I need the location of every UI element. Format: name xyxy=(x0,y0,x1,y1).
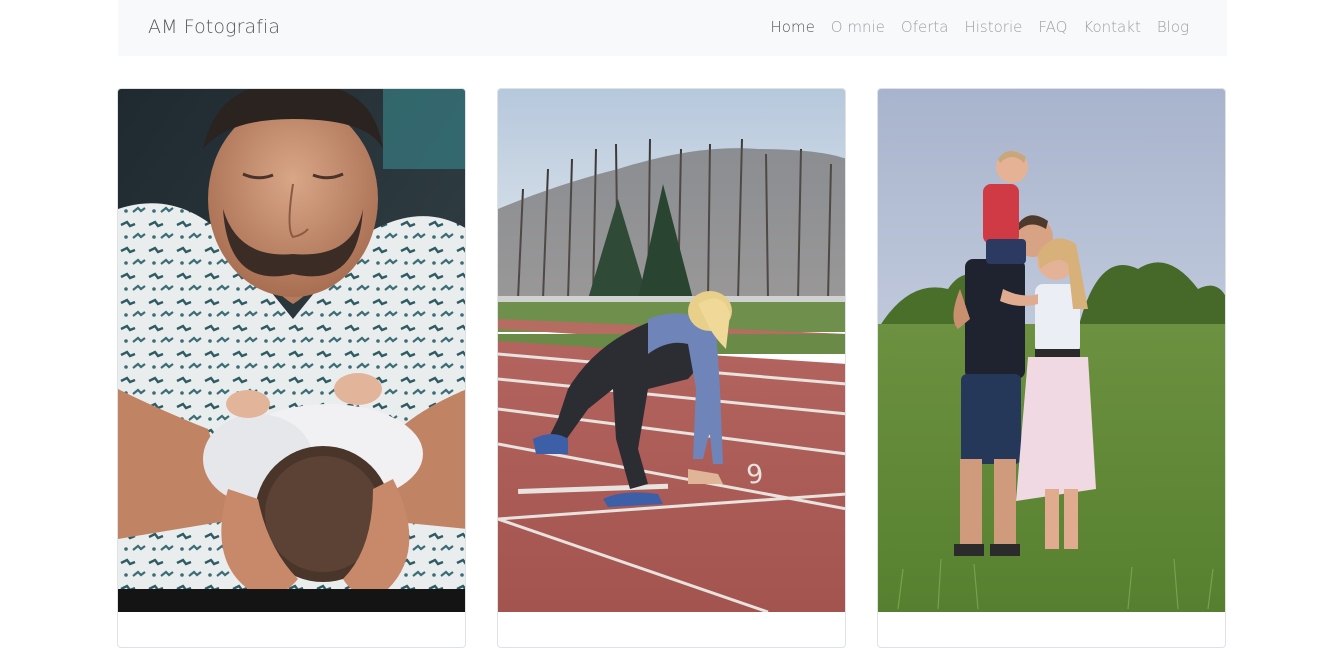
top-navbar: AM Fotografia Home O mnie Oferta Histori… xyxy=(118,0,1227,56)
gallery-card-3[interactable] xyxy=(877,88,1226,648)
family-in-meadow-photo[interactable] xyxy=(878,89,1226,612)
nav-link-faq[interactable]: FAQ xyxy=(1038,18,1067,36)
nav-link-kontakt[interactable]: Kontakt xyxy=(1083,18,1140,36)
nav-link-home[interactable]: Home xyxy=(771,18,815,36)
father-with-newborn-photo[interactable] xyxy=(118,89,466,612)
brand-logo-link[interactable]: AM Fotografia xyxy=(148,16,280,38)
sprinter-on-track-photo[interactable]: 9 xyxy=(498,89,846,612)
nav-link-blog[interactable]: Blog xyxy=(1157,18,1189,36)
nav-link-o-mnie[interactable]: O mnie xyxy=(831,18,885,36)
gallery-card-2[interactable]: 9 xyxy=(497,88,846,648)
nav-link-historie[interactable]: Historie xyxy=(964,18,1022,36)
nav-link-oferta[interactable]: Oferta xyxy=(901,18,949,36)
gallery-card-1[interactable] xyxy=(117,88,466,648)
nav-links: Home O mnie Oferta Historie FAQ Kontakt … xyxy=(755,18,1190,36)
